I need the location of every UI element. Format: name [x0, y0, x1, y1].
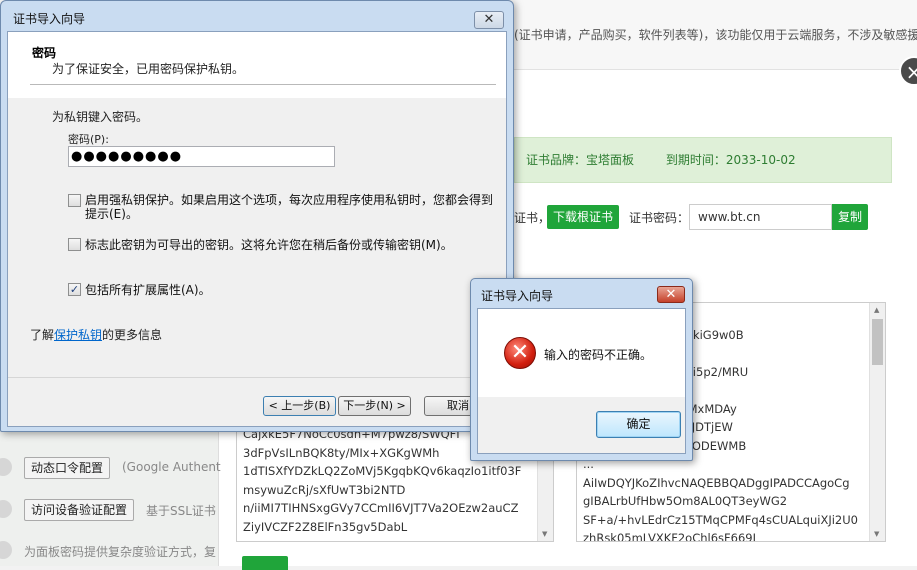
- footer-divider: [8, 377, 506, 378]
- scroll-up-icon[interactable]: ▲: [874, 306, 879, 314]
- wizard-close-button[interactable]: ✕: [474, 11, 504, 29]
- close-icon: ✕: [483, 12, 495, 27]
- wizard-content: 密码 为了保证安全，已用密码保护私钥。 为私钥键入密码。 密码(P): ●●●●…: [7, 31, 507, 427]
- learn-more-text: 了解保护私钥的更多信息: [30, 326, 162, 343]
- exportable-key-checkbox[interactable]: [68, 238, 81, 251]
- scroll-down-icon[interactable]: ▼: [874, 530, 879, 538]
- error-x-icon: ✕: [504, 337, 536, 369]
- bottom-action-button[interactable]: [242, 556, 288, 570]
- error-dialog: 证书导入向导 ✕ ✕ 输入的密码不正确。 确定: [470, 278, 693, 461]
- password-input[interactable]: ●●●●●●●●●: [68, 146, 335, 167]
- strong-protection-checkbox[interactable]: [68, 194, 81, 207]
- close-icon: ✕: [665, 287, 677, 302]
- wizard-heading: 密码: [32, 46, 57, 60]
- back-button[interactable]: < 上一步(B): [263, 396, 336, 416]
- error-message: 输入的密码不正确。: [544, 348, 653, 362]
- device-verify-button[interactable]: 访问设备验证配置: [24, 499, 135, 521]
- dynamic-pwd-hint: (Google Authent: [122, 460, 221, 474]
- error-dialog-title: 证书导入向导: [481, 289, 554, 303]
- learn-more-prefix: 了解: [30, 328, 55, 342]
- right-textarea-scrollbar[interactable]: ▲ ▼: [869, 303, 885, 541]
- top-notice-text: (证书申请，产品购买，软件列表等)，该功能仅用于云端服务，不涉及敏感援: [514, 28, 917, 42]
- radio-device-verify[interactable]: [0, 500, 12, 518]
- learn-more-suffix: 的更多信息: [102, 328, 163, 342]
- strong-protection-label[interactable]: 启用强私钥保护。如果启用这个选项，每次应用程序使用私钥时，您都会得到提示(E)。: [85, 193, 495, 221]
- password-prompt: 为私钥键入密码。: [52, 110, 149, 124]
- ok-button[interactable]: 确定: [596, 411, 681, 438]
- scroll-down-icon[interactable]: ▼: [542, 530, 547, 538]
- extended-properties-label[interactable]: 包括所有扩展属性(A)。: [85, 283, 211, 297]
- wizard-title: 证书导入向导: [13, 12, 86, 26]
- scrollbar-thumb[interactable]: [872, 319, 883, 365]
- error-dialog-body: ✕ 输入的密码不正确。 确定: [477, 308, 686, 454]
- cert-password-input[interactable]: www.bt.cn: [689, 204, 832, 230]
- pwd-complexity-hint: 为面板密码提供复杂度验证方式，复: [24, 545, 217, 559]
- download-root-cert-button[interactable]: 下载根证书: [547, 205, 619, 229]
- extended-properties-checkbox[interactable]: ✓: [68, 283, 81, 296]
- wizard-header: 密码 为了保证安全，已用密码保护私钥。: [8, 32, 506, 98]
- device-verify-hint: 基于SSL证书: [146, 504, 216, 518]
- wizard-subheading: 为了保证安全，已用密码保护私钥。: [52, 62, 245, 76]
- protect-private-key-link[interactable]: 保护私钥: [54, 328, 102, 342]
- error-dialog-close-button[interactable]: ✕: [657, 286, 685, 303]
- checkmark-icon: ✓: [69, 283, 80, 296]
- certificate-info-bar: 证书品牌：宝塔面板 到期时间：2033-10-02: [514, 137, 892, 183]
- cert-import-wizard-window: 证书导入向导 ✕ 密码 为了保证安全，已用密码保护私钥。 为私钥键入密码。 密码…: [0, 0, 514, 432]
- cert-label: 证书，: [514, 211, 551, 225]
- dynamic-pwd-button[interactable]: 动态口令配置: [24, 457, 111, 479]
- exportable-key-label[interactable]: 标志此密钥为可导出的密钥。这将允许您在稍后备份或传输密钥(M)。: [85, 238, 453, 252]
- cert-brand: 证书品牌：宝塔面板: [526, 153, 635, 167]
- copy-button[interactable]: 复制: [832, 204, 868, 230]
- background-left-strip: 动态口令配置 (Google Authent 访问设备验证配置 基于SSL证书 …: [0, 430, 221, 566]
- radio-dynamic-pwd[interactable]: [0, 458, 12, 476]
- password-label: 密码(P):: [68, 133, 109, 146]
- cert-expiry: 到期时间：2033-10-02: [665, 153, 796, 167]
- next-button[interactable]: 下一步(N) >: [338, 396, 411, 416]
- cert-password-label: 证书密码：: [629, 211, 690, 225]
- header-divider: [30, 84, 496, 85]
- radio-pwd-complexity[interactable]: [0, 541, 12, 559]
- error-dialog-footer: 确定: [478, 397, 685, 453]
